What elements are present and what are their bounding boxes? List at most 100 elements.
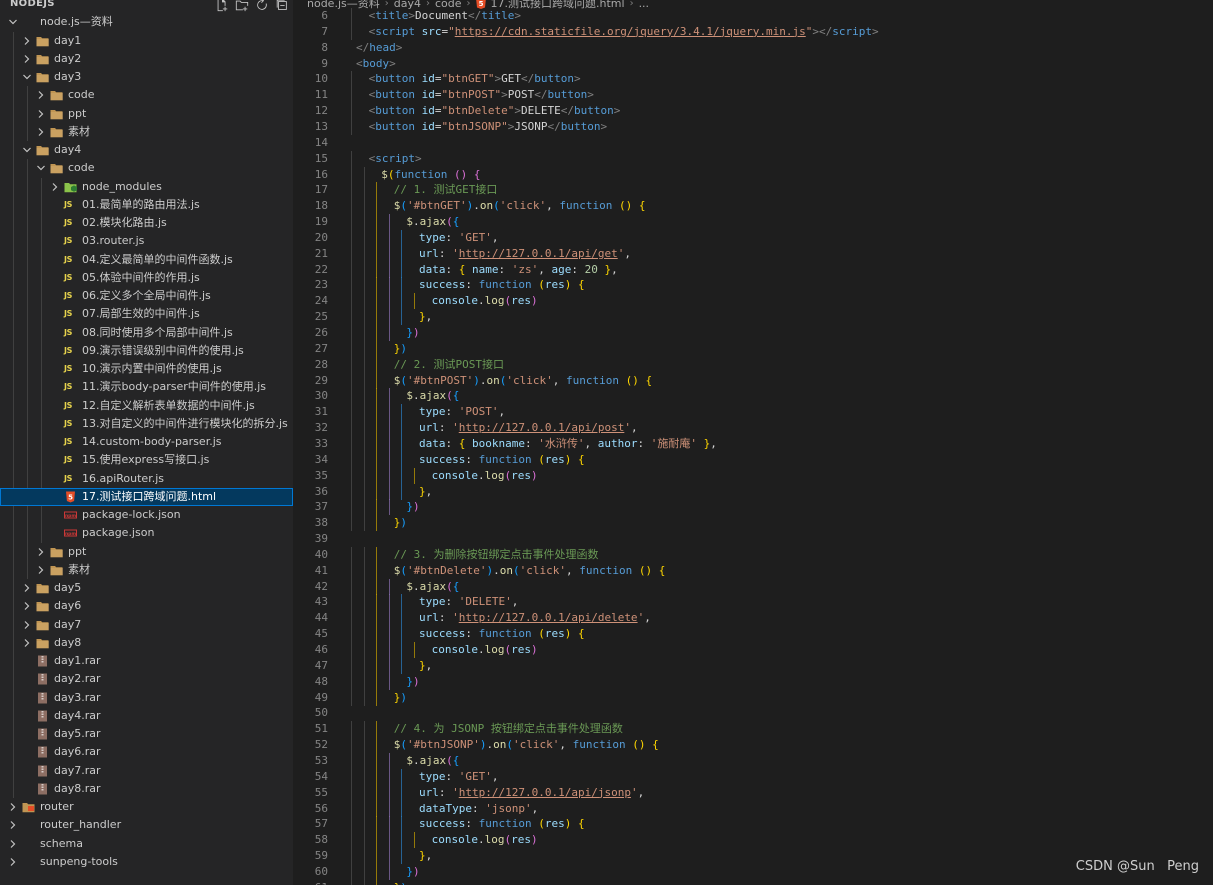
code-line[interactable]: 8 </head>	[293, 40, 1213, 56]
code-line[interactable]: 49})	[293, 689, 1213, 706]
code-line[interactable]: 45 success: function (res) {	[293, 626, 1213, 643]
tree-folder[interactable]: day8	[0, 634, 293, 652]
chevron-right-icon[interactable]	[36, 547, 46, 557]
tree-file[interactable]: JS 15.使用express写接口.js	[0, 451, 293, 469]
chevron-right-icon[interactable]	[8, 839, 18, 849]
chevron-right-icon[interactable]	[36, 565, 46, 575]
chevron-right-icon[interactable]	[8, 857, 18, 867]
tree-file[interactable]: JS 13.对自定义的中间件进行模块化的拆分.js	[0, 415, 293, 433]
tree-file[interactable]: JS 08.同时使用多个局部中间件.js	[0, 324, 293, 342]
chevron-right-icon[interactable]	[36, 109, 46, 119]
tree-file[interactable]: 5 17.测试接口跨域问题.html	[0, 487, 293, 506]
tree-file[interactable]: JS 03.router.js	[0, 232, 293, 250]
refresh-icon[interactable]	[255, 0, 269, 11]
tree-file[interactable]: day5.rar	[0, 725, 293, 743]
breadcrumb-segment[interactable]: day4	[394, 0, 421, 10]
code-line[interactable]: 57 success: function (res) {	[293, 816, 1213, 833]
tree-file[interactable]: JS 02.模块化路由.js	[0, 214, 293, 232]
code-line[interactable]: 33 data: { bookname: '水浒传', author: '施耐庵'…	[293, 435, 1213, 452]
code-line[interactable]: 50	[293, 705, 1213, 721]
code-line[interactable]: 34 success: function (res) {	[293, 451, 1213, 468]
code-line[interactable]: 42 $.ajax({	[293, 578, 1213, 595]
code-line[interactable]: 6 <title>Document</title>	[293, 8, 1213, 24]
tree-folder[interactable]: ppt	[0, 543, 293, 561]
tree-folder[interactable]: router	[0, 798, 293, 816]
code-line[interactable]: 21 url: 'http://127.0.0.1/api/get',	[293, 245, 1213, 262]
tree-file[interactable]: JS 12.自定义解析表单数据的中间件.js	[0, 397, 293, 415]
collapse-all-icon[interactable]	[275, 0, 289, 11]
tree-file[interactable]: JS 10.演示内置中间件的使用.js	[0, 360, 293, 378]
chevron-down-icon[interactable]	[22, 72, 32, 82]
tree-file[interactable]: JS 09.演示错误级别中间件的使用.js	[0, 342, 293, 360]
tree-folder[interactable]: node.js—资料	[0, 13, 293, 31]
code-line[interactable]: 48})	[293, 673, 1213, 690]
code-line[interactable]: 23 success: function (res) {	[293, 277, 1213, 294]
code-area[interactable]: 6 <title>Document</title> 7 <script src="ht…	[293, 0, 1213, 885]
tree-folder[interactable]: day2	[0, 50, 293, 68]
breadcrumb-segment[interactable]: node.js—资料	[307, 0, 380, 11]
chevron-right-icon[interactable]	[8, 820, 18, 830]
code-line[interactable]: 26})	[293, 325, 1213, 341]
code-line[interactable]: 61})	[293, 879, 1213, 885]
code-line[interactable]: 36},	[293, 483, 1213, 500]
code-line[interactable]: 32 url: 'http://127.0.0.1/api/post',	[293, 420, 1213, 437]
code-line[interactable]: 28 // 2. 测试POST接口	[293, 356, 1213, 373]
tree-file[interactable]: JS 01.最简单的路由用法.js	[0, 196, 293, 214]
code-line[interactable]: 25},	[293, 309, 1213, 326]
tree-file[interactable]: day3.rar	[0, 689, 293, 707]
tree-file[interactable]: day8.rar	[0, 780, 293, 798]
code-line[interactable]: 46 console.log(res)	[293, 642, 1213, 658]
chevron-right-icon[interactable]	[36, 90, 46, 100]
code-line[interactable]: 17 // 1. 测试GET接口	[293, 182, 1213, 199]
chevron-right-icon[interactable]	[22, 36, 32, 46]
chevron-right-icon[interactable]	[8, 802, 18, 812]
code-line[interactable]: 37})	[293, 499, 1213, 516]
tree-file[interactable]: day6.rar	[0, 743, 293, 761]
tree-folder[interactable]: day3	[0, 68, 293, 86]
code-line[interactable]: 22 data: { name: 'zs', age: 20 },	[293, 261, 1213, 278]
code-line[interactable]: 38})	[293, 515, 1213, 532]
code-line[interactable]: 35 console.log(res)	[293, 467, 1213, 484]
chevron-right-icon[interactable]	[22, 620, 32, 630]
tree-file[interactable]: day1.rar	[0, 652, 293, 670]
code-line[interactable]: 41 $('#btnDelete').on('click', function (…	[293, 562, 1213, 579]
breadcrumb-segment[interactable]: 17.测试接口跨域问题.html	[491, 0, 625, 11]
tree-file[interactable]: npm package-lock.json	[0, 506, 293, 524]
code-line[interactable]: 19 $.ajax({	[293, 214, 1213, 231]
code-line[interactable]: 16 $(function () {	[293, 166, 1213, 183]
tree-file[interactable]: day7.rar	[0, 762, 293, 780]
code-line[interactable]: 54 type: 'GET',	[293, 768, 1213, 785]
tree-file[interactable]: JS 16.apiRouter.js	[0, 470, 293, 488]
chevron-right-icon[interactable]	[22, 583, 32, 593]
code-line[interactable]: 20 type: 'GET',	[293, 229, 1213, 246]
code-line[interactable]: 7 <script src="https://cdn.staticfile.org…	[293, 23, 1213, 40]
chevron-right-icon[interactable]	[36, 127, 46, 137]
tree-folder[interactable]: node_modules	[0, 178, 293, 196]
code-line[interactable]: 39	[293, 531, 1213, 547]
tree-folder[interactable]: day7	[0, 616, 293, 634]
code-line[interactable]: 24 console.log(res)	[293, 293, 1213, 310]
code-line[interactable]: 9 <body>	[293, 56, 1213, 72]
tree-file[interactable]: JS 06.定义多个全局中间件.js	[0, 287, 293, 305]
code-line[interactable]: 27})	[293, 340, 1213, 357]
tree-folder[interactable]: router_handler	[0, 816, 293, 834]
tree-folder[interactable]: day5	[0, 579, 293, 597]
code-line[interactable]: 53 $.ajax({	[293, 752, 1213, 769]
code-line[interactable]: 13 <button id="btnJSONP">JSONP</button>	[293, 118, 1213, 135]
code-line[interactable]: 58 console.log(res)	[293, 832, 1213, 849]
code-line[interactable]: 11 <button id="btnPOST">POST</button>	[293, 87, 1213, 104]
code-line[interactable]: 29 $('#btnPOST').on('click', function () …	[293, 372, 1213, 389]
tree-file[interactable]: JS 05.体验中间件的作用.js	[0, 269, 293, 287]
chevron-right-icon[interactable]	[22, 638, 32, 648]
code-line[interactable]: 10 <button id="btnGET">GET</button>	[293, 71, 1213, 88]
chevron-down-icon[interactable]	[36, 163, 46, 173]
breadcrumb-segment[interactable]: ...	[639, 0, 650, 10]
tree-file[interactable]: day4.rar	[0, 707, 293, 725]
code-line[interactable]: 15 <script>	[293, 150, 1213, 167]
tree-folder[interactable]: ppt	[0, 105, 293, 123]
code-line[interactable]: 40 // 3. 为删除按钮绑定点击事件处理函数	[293, 546, 1213, 563]
tree-folder[interactable]: 素材	[0, 561, 293, 579]
chevron-right-icon[interactable]	[50, 182, 60, 192]
new-file-icon[interactable]	[215, 0, 229, 12]
code-line[interactable]: 18 $('#btnGET').on('click', function () {	[293, 198, 1213, 215]
